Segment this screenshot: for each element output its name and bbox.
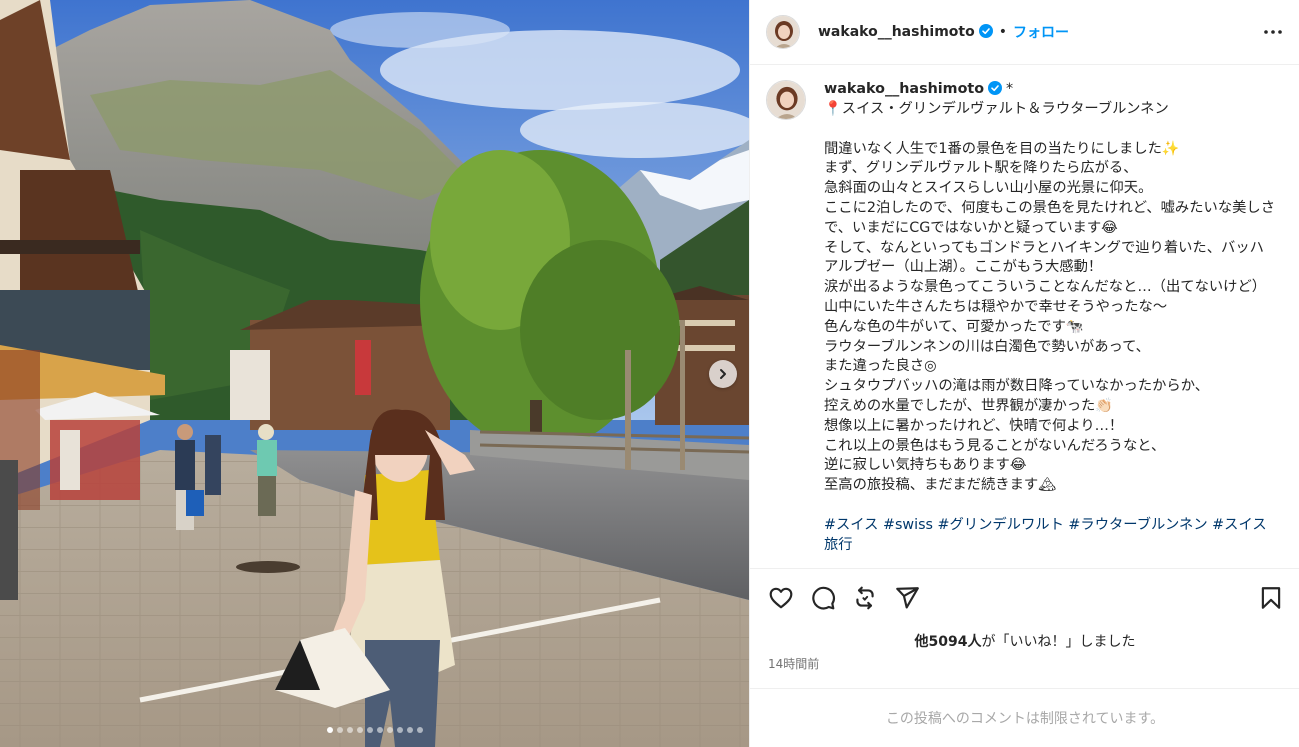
profile-photo	[767, 16, 799, 48]
action-icons	[768, 585, 920, 611]
profile-photo	[767, 81, 805, 119]
carousel-indicator	[0, 727, 749, 735]
carousel-dot	[366, 727, 373, 733]
carousel-dot	[326, 727, 333, 733]
carousel-dot	[356, 727, 363, 733]
likes-suffix: が「いいね！」しました	[981, 634, 1136, 650]
username-text[interactable]: wakako__hashimoto	[818, 24, 975, 40]
bookmark-icon[interactable]	[1258, 585, 1284, 611]
header-username[interactable]: wakako__hashimoto	[818, 24, 993, 40]
repost-icon[interactable]	[852, 585, 878, 611]
verified-badge-icon	[978, 24, 993, 38]
post-timestamp[interactable]: 14時間前	[768, 655, 819, 672]
carousel-next-button[interactable]	[709, 360, 737, 388]
caption-body: wakako__hashimoto * 📍スイス・グリンデルヴァルト＆ラウターブル…	[824, 80, 1276, 556]
caption-username[interactable]: wakako__hashimoto	[824, 81, 984, 97]
heart-icon[interactable]	[768, 585, 794, 611]
post-side-panel: wakako__hashimoto • フォロー wakako__hashimo…	[749, 0, 1299, 747]
caption-asterisk: *	[1006, 81, 1014, 97]
carousel-dot	[346, 727, 353, 733]
likes-count[interactable]: 他5094人	[915, 634, 982, 650]
avatar[interactable]	[766, 15, 800, 49]
action-bar: 他5094人が「いいね！」しました 14時間前	[750, 568, 1299, 688]
caption-avatar[interactable]	[766, 80, 806, 120]
share-icon[interactable]	[894, 585, 920, 611]
carousel-dot	[406, 727, 413, 733]
caption-hashtags[interactable]: #スイス #swiss #グリンデルワルト #ラウターブルンネン #スイス旅行	[824, 516, 1276, 556]
comment-icon[interactable]	[810, 585, 836, 611]
caption-location: 📍スイス・グリンデルヴァルト＆ラウターブルンネン	[824, 100, 1169, 117]
photo-scene	[0, 0, 749, 747]
post-photo[interactable]	[0, 0, 749, 747]
verified-badge-icon	[988, 81, 1003, 95]
carousel-dot	[376, 727, 383, 733]
more-options-icon[interactable]	[1261, 22, 1285, 42]
post-header: wakako__hashimoto • フォロー	[750, 0, 1299, 65]
comments-restricted-notice: この投稿へのコメントは制限されています。	[750, 688, 1299, 747]
carousel-dot	[336, 727, 343, 733]
caption-section: wakako__hashimoto * 📍スイス・グリンデルヴァルト＆ラウターブル…	[750, 66, 1299, 568]
follow-button[interactable]: フォロー	[1013, 22, 1069, 42]
separator-dot: •	[998, 24, 1007, 40]
carousel-dot	[416, 727, 423, 733]
caption-header: wakako__hashimoto *	[824, 80, 1276, 100]
caption-text: 間違いなく人生で1番の景色を目の当たりにしました✨ まず、グリンデルヴァルト駅を…	[824, 140, 1276, 494]
likes-summary[interactable]: 他5094人が「いいね！」しました	[750, 631, 1299, 651]
carousel-dot	[386, 727, 393, 733]
carousel-dot	[396, 727, 403, 733]
chevron-right-icon	[720, 369, 726, 379]
